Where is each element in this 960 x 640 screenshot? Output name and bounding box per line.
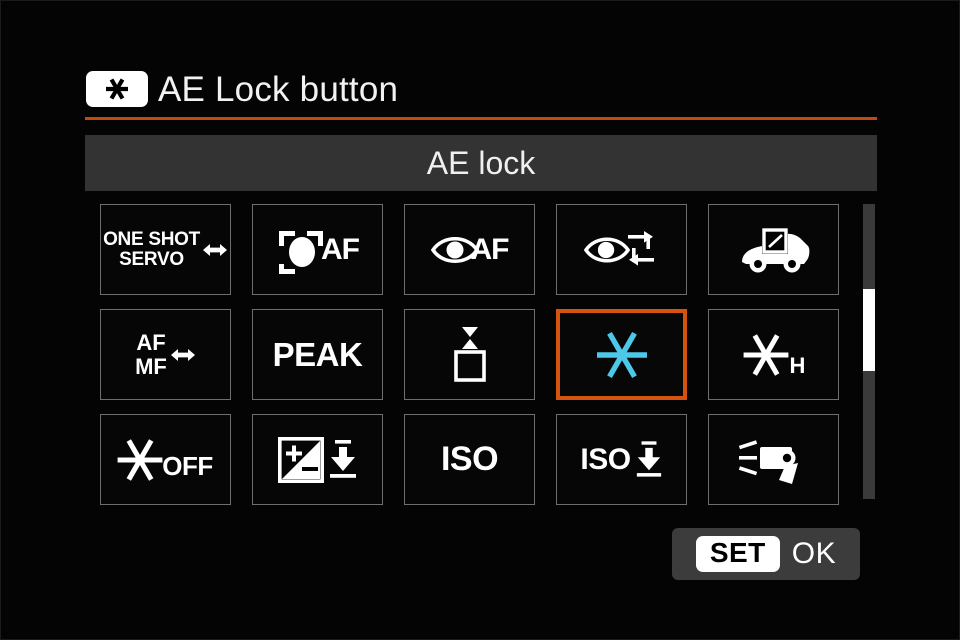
tile-flash-function-settings[interactable] bbox=[708, 414, 839, 505]
one-shot-servo-icon: ONE SHOT SERVO bbox=[103, 230, 228, 269]
af-label: AF bbox=[321, 232, 360, 266]
detect-frame-icon bbox=[279, 230, 323, 274]
set-ok-button[interactable]: SET OK bbox=[672, 528, 860, 580]
current-function-bar: AE lock bbox=[85, 135, 877, 191]
ae-lock-asterisk-icon bbox=[596, 331, 647, 378]
subject-detect-af-icon: AF bbox=[276, 226, 360, 274]
exposure-comp-icon bbox=[277, 436, 324, 483]
iso-down-arrow-icon: ISO bbox=[580, 439, 662, 481]
tile-af-operation[interactable]: ONE SHOT SERVO bbox=[100, 204, 231, 295]
iso-text-icon: ISO bbox=[440, 440, 499, 478]
ae-lock-asterisk-icon bbox=[86, 71, 148, 107]
set-badge-label: SET bbox=[695, 536, 780, 572]
eye-detect-af-icon: AF bbox=[430, 232, 510, 267]
current-function-label: AE lock bbox=[426, 145, 536, 181]
tile-eye-detection-af[interactable]: AF bbox=[404, 204, 535, 295]
tile-subject-to-detect-vehicle[interactable] bbox=[708, 204, 839, 295]
af-mf-switch-icon: AF MF bbox=[135, 330, 196, 379]
header-divider bbox=[85, 117, 877, 120]
off-label: OFF bbox=[162, 451, 213, 481]
tile-eye-detection-switch[interactable] bbox=[556, 204, 687, 295]
one-shot-label: ONE SHOT bbox=[103, 229, 200, 251]
vertical-scrollbar[interactable] bbox=[863, 204, 875, 499]
page-title: AE Lock button bbox=[158, 69, 399, 109]
tile-subject-tracking-af[interactable]: AF bbox=[252, 204, 383, 295]
exposure-comp-down-icon bbox=[277, 436, 358, 483]
speedlite-flash-icon bbox=[738, 439, 798, 484]
tile-af-point-selection[interactable] bbox=[404, 309, 535, 400]
ok-label: OK bbox=[791, 537, 837, 570]
ae-lock-hold-icon: H bbox=[740, 329, 808, 381]
asterisk-icon bbox=[117, 438, 163, 481]
cycle-arrows-icon bbox=[628, 230, 654, 266]
tile-ae-lock-hold[interactable]: H bbox=[708, 309, 839, 400]
vehicle-detect-icon bbox=[741, 227, 809, 272]
header: AE Lock button bbox=[86, 63, 876, 115]
down-arrow-icon bbox=[636, 440, 661, 477]
tile-iso-speed[interactable]: ISO bbox=[404, 414, 535, 505]
double-arrow-icon bbox=[170, 348, 195, 361]
tile-ae-lock-off[interactable]: OFF bbox=[100, 414, 231, 505]
eye-switch-cycle-icon bbox=[584, 230, 659, 269]
tile-focus-peaking[interactable]: PEAK bbox=[252, 309, 383, 400]
iso-label: ISO bbox=[580, 442, 631, 476]
mf-label: MF bbox=[135, 353, 167, 379]
asterisk-icon bbox=[743, 333, 788, 376]
scrollbar-thumb[interactable] bbox=[863, 289, 875, 371]
hold-label: H bbox=[789, 352, 806, 378]
peaking-text-icon: PEAK bbox=[272, 335, 363, 373]
af-point-select-icon bbox=[453, 326, 486, 382]
down-arrow-icon bbox=[329, 439, 356, 478]
tile-ae-lock[interactable] bbox=[556, 309, 687, 400]
tile-exposure-compensation[interactable] bbox=[252, 414, 383, 505]
double-arrow-icon bbox=[202, 243, 227, 256]
ae-lock-off-icon: OFF bbox=[114, 434, 217, 486]
camera-screen: AE Lock button AE lock ONE SHOT SERVO AF… bbox=[0, 0, 960, 640]
function-grid: ONE SHOT SERVO AF AF AF MF PEAK H OFF IS… bbox=[100, 204, 840, 505]
tile-iso-speed-set[interactable]: ISO bbox=[556, 414, 687, 505]
tile-af-mf-switch[interactable]: AF MF bbox=[100, 309, 231, 400]
servo-label: SERVO bbox=[119, 248, 184, 270]
af-label: AF bbox=[470, 232, 510, 266]
af-label: AF bbox=[136, 330, 166, 356]
